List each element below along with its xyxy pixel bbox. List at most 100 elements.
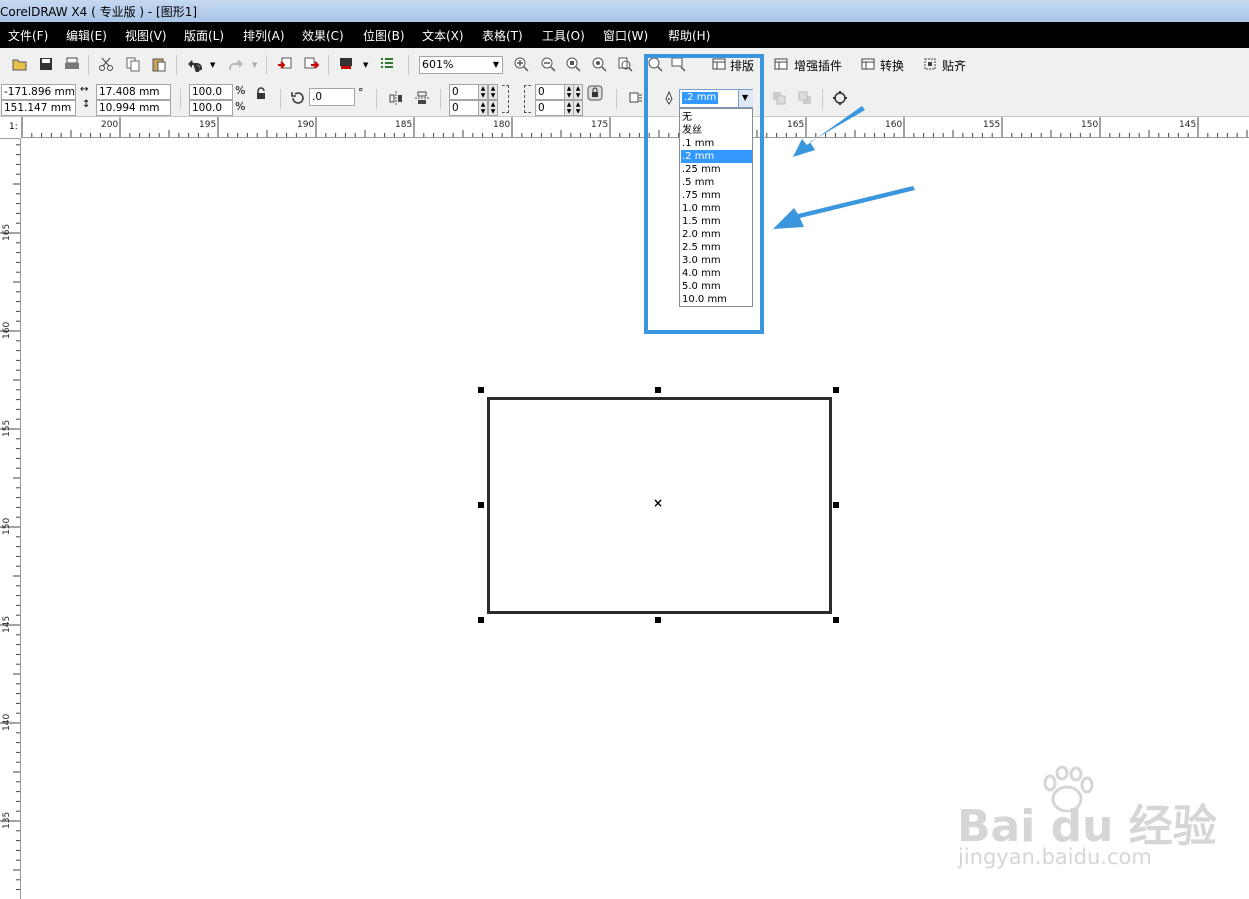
- menu-arrange[interactable]: 排列(A): [243, 27, 285, 44]
- mirror-vertical-icon[interactable]: [413, 89, 431, 107]
- corner-top-right-stepper-2[interactable]: ▲ ▼: [573, 84, 583, 100]
- zoom-to-selected-icon[interactable]: [564, 55, 582, 73]
- toolbar-separator: [408, 55, 409, 75]
- plugin-convert-label[interactable]: 转换: [880, 57, 904, 74]
- ruler-tick-label: 140: [2, 713, 12, 731]
- ruler-origin-label: 1:: [9, 122, 18, 132]
- corner-bottom-left-value: 0: [452, 102, 459, 114]
- ruler-tick-label: 145: [2, 615, 12, 633]
- menu-view[interactable]: 视图(V): [125, 27, 167, 44]
- ruler-origin-corner[interactable]: 1:: [0, 117, 22, 139]
- launcher-dropdown-icon[interactable]: ▼: [363, 61, 368, 69]
- zoom-level-value: 601%: [422, 58, 454, 71]
- round-corners-lock-icon[interactable]: [586, 84, 604, 102]
- zoom-in-icon[interactable]: [512, 55, 530, 73]
- scale-y-field[interactable]: 100.0: [189, 100, 233, 116]
- corner-bottom-left-stepper[interactable]: ▲ ▼: [478, 100, 488, 116]
- horizontal-ruler[interactable]: 200 195 190 185 180 175 170 165 160 155 …: [0, 117, 1249, 138]
- menu-tools[interactable]: 工具(O): [542, 27, 585, 44]
- lock-ratio-icon[interactable]: [252, 85, 270, 103]
- paste-icon[interactable]: [150, 55, 168, 73]
- plugin-enhance-label[interactable]: 增强插件: [794, 57, 842, 74]
- zoom-level-select[interactable]: 601% ▼: [419, 56, 503, 74]
- enhance-plugin-icon[interactable]: [772, 55, 790, 73]
- menu-table[interactable]: 表格(T): [482, 27, 523, 44]
- ruler-tick-label: 150: [2, 517, 12, 535]
- scale-y-unit: %: [235, 100, 246, 113]
- selection-handle[interactable]: [833, 502, 839, 508]
- width-arrow-icon: ↔: [80, 84, 89, 95]
- degree-unit: °: [358, 86, 364, 99]
- convert-plugin-icon[interactable]: [859, 55, 877, 73]
- ruler-tick-label: 160: [2, 321, 12, 339]
- toolbar-separator: [280, 89, 281, 109]
- menu-bitmaps[interactable]: 位图(B): [363, 27, 405, 44]
- menu-layout[interactable]: 版面(L): [184, 27, 224, 44]
- rotation-angle-field[interactable]: .0: [309, 88, 355, 106]
- menu-window[interactable]: 窗口(W): [603, 27, 648, 44]
- scale-x-field[interactable]: 100.0: [189, 84, 233, 100]
- corner-top-right-field[interactable]: 0: [535, 84, 565, 100]
- copy-icon[interactable]: [124, 55, 142, 73]
- corner-top-left-value: 0: [452, 86, 459, 98]
- corner-bottom-left-stepper-2[interactable]: ▲ ▼: [488, 100, 498, 116]
- ruler-tick-label: 145: [1179, 120, 1197, 130]
- export-icon[interactable]: [302, 55, 320, 73]
- print-icon[interactable]: [63, 55, 81, 73]
- menu-help[interactable]: 帮助(H): [668, 27, 710, 44]
- baidu-watermark-url: jingyan.baidu.com: [958, 845, 1152, 869]
- object-width-value: 17.408 mm: [99, 86, 160, 98]
- selection-handle[interactable]: [478, 387, 484, 393]
- wrap-text-icon[interactable]: [626, 89, 644, 107]
- corner-top-left-field[interactable]: 0: [449, 84, 479, 100]
- corner-top-left-stepper[interactable]: ▲ ▼: [478, 84, 488, 100]
- corner-bottom-right-stepper-2[interactable]: ▲ ▼: [573, 100, 583, 116]
- import-icon[interactable]: [276, 55, 294, 73]
- menu-text[interactable]: 文本(X): [422, 27, 464, 44]
- corner-bottom-left-field[interactable]: 0: [449, 100, 479, 116]
- cut-icon[interactable]: [97, 55, 115, 73]
- object-height-field[interactable]: 10.994 mm: [96, 100, 171, 116]
- open-icon[interactable]: [11, 55, 29, 73]
- selection-handle[interactable]: [833, 387, 839, 393]
- application-launcher-icon[interactable]: [337, 55, 355, 73]
- vertical-ruler[interactable]: 165 160 155 150 145 140 135: [0, 117, 21, 899]
- plugin-snap-label[interactable]: 贴齐: [942, 57, 966, 74]
- ruler-tick-label: 185: [395, 120, 413, 130]
- selection-handle[interactable]: [478, 502, 484, 508]
- mirror-horizontal-icon[interactable]: [387, 89, 405, 107]
- ruler-tick-label: 175: [591, 120, 609, 130]
- selection-handle[interactable]: [478, 617, 484, 623]
- corner-bottom-right-field[interactable]: 0: [535, 100, 565, 116]
- undo-dropdown-icon[interactable]: ▼: [210, 61, 215, 69]
- center-mark-icon[interactable]: ×: [653, 497, 663, 509]
- undo-icon[interactable]: [186, 55, 204, 73]
- ruler-tick-label: 180: [493, 120, 511, 130]
- zoom-dropdown-icon[interactable]: ▼: [493, 57, 499, 73]
- zoom-to-all-objects-icon[interactable]: [590, 55, 608, 73]
- scale-y-value: 100.0: [192, 102, 223, 114]
- menu-edit[interactable]: 编辑(E): [66, 27, 107, 44]
- object-width-field[interactable]: 17.408 mm: [96, 84, 171, 100]
- selection-handle[interactable]: [833, 617, 839, 623]
- menu-effects[interactable]: 效果(C): [302, 27, 344, 44]
- title-bar: CorelDRAW X4 ( 专业版 ) - [图形1]: [0, 0, 1249, 22]
- save-icon[interactable]: [37, 55, 55, 73]
- zoom-to-page-icon[interactable]: [616, 55, 634, 73]
- welcome-screen-icon[interactable]: [378, 55, 396, 73]
- scale-x-unit: %: [235, 84, 246, 97]
- selection-handle[interactable]: [655, 387, 661, 393]
- menu-file[interactable]: 文件(F): [8, 27, 48, 44]
- object-height-value: 10.994 mm: [99, 102, 160, 114]
- scale-x-value: 100.0: [192, 86, 223, 98]
- corner-top-left-stepper-2[interactable]: ▲ ▼: [488, 84, 498, 100]
- position-y-field[interactable]: 151.147 mm: [1, 100, 76, 116]
- toolbar-separator: [376, 89, 377, 109]
- snap-plugin-icon[interactable]: [921, 55, 939, 73]
- toolbar-separator: [266, 55, 267, 75]
- rotate-icon: [289, 89, 307, 107]
- zoom-out-icon[interactable]: [539, 55, 557, 73]
- position-x-field[interactable]: -171.896 mm: [1, 84, 76, 100]
- ruler-tick-label: 135: [2, 811, 12, 829]
- selection-handle[interactable]: [655, 617, 661, 623]
